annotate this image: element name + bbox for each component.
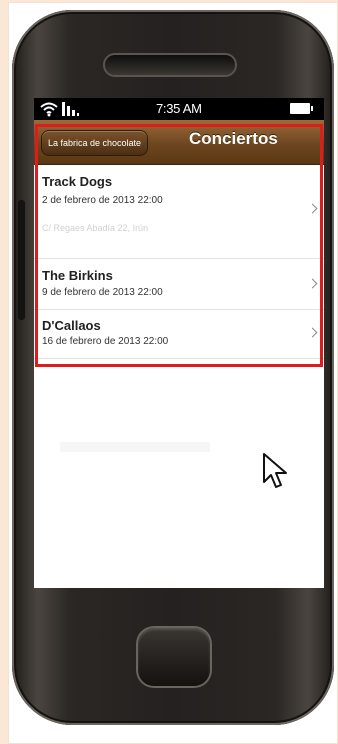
concert-date: 16 de febrero de 2013 22:00 — [42, 336, 169, 347]
chevron-right-icon — [307, 327, 318, 338]
chevron-right-icon — [307, 278, 318, 289]
page-title: Conciertos — [189, 129, 278, 148]
cursor-icon — [263, 453, 287, 488]
back-button[interactable]: La fabrica de chocolate — [41, 130, 149, 156]
list-item[interactable]: The Birkins 9 de febrero de 2013 22:00 — [34, 259, 324, 310]
speaker-grille — [105, 55, 235, 75]
concert-date: 9 de febrero de 2013 22:00 — [42, 287, 163, 298]
phone-screen: 7:35 AM La fabrica de chocolate Conciert… — [34, 98, 324, 588]
list-item[interactable]: D'Callaos 16 de febrero de 2013 22:00 — [34, 310, 324, 359]
concert-list: Track Dogs 2 de febrero de 2013 22:00 C/… — [34, 165, 324, 359]
chevron-right-icon — [307, 203, 318, 214]
home-button[interactable] — [138, 628, 210, 686]
battery-icon — [290, 103, 313, 114]
side-button — [18, 200, 25, 320]
divider — [60, 442, 210, 452]
signal-icon — [62, 102, 79, 116]
concert-date: 2 de febrero de 2013 22:00 — [42, 195, 163, 206]
list-item[interactable]: Track Dogs 2 de febrero de 2013 22:00 C/… — [34, 165, 324, 259]
concert-name: The Birkins — [42, 268, 113, 283]
concert-name: D'Callaos — [42, 318, 101, 333]
status-bar: 7:35 AM — [34, 98, 324, 120]
nav-bar: La fabrica de chocolate Conciertos — [34, 120, 324, 165]
concert-name: Track Dogs — [42, 174, 113, 189]
status-time: 7:35 AM — [156, 101, 202, 116]
wifi-icon — [40, 102, 58, 117]
concert-venue: C/ Regaes Abadía 22, Irún — [42, 223, 149, 233]
